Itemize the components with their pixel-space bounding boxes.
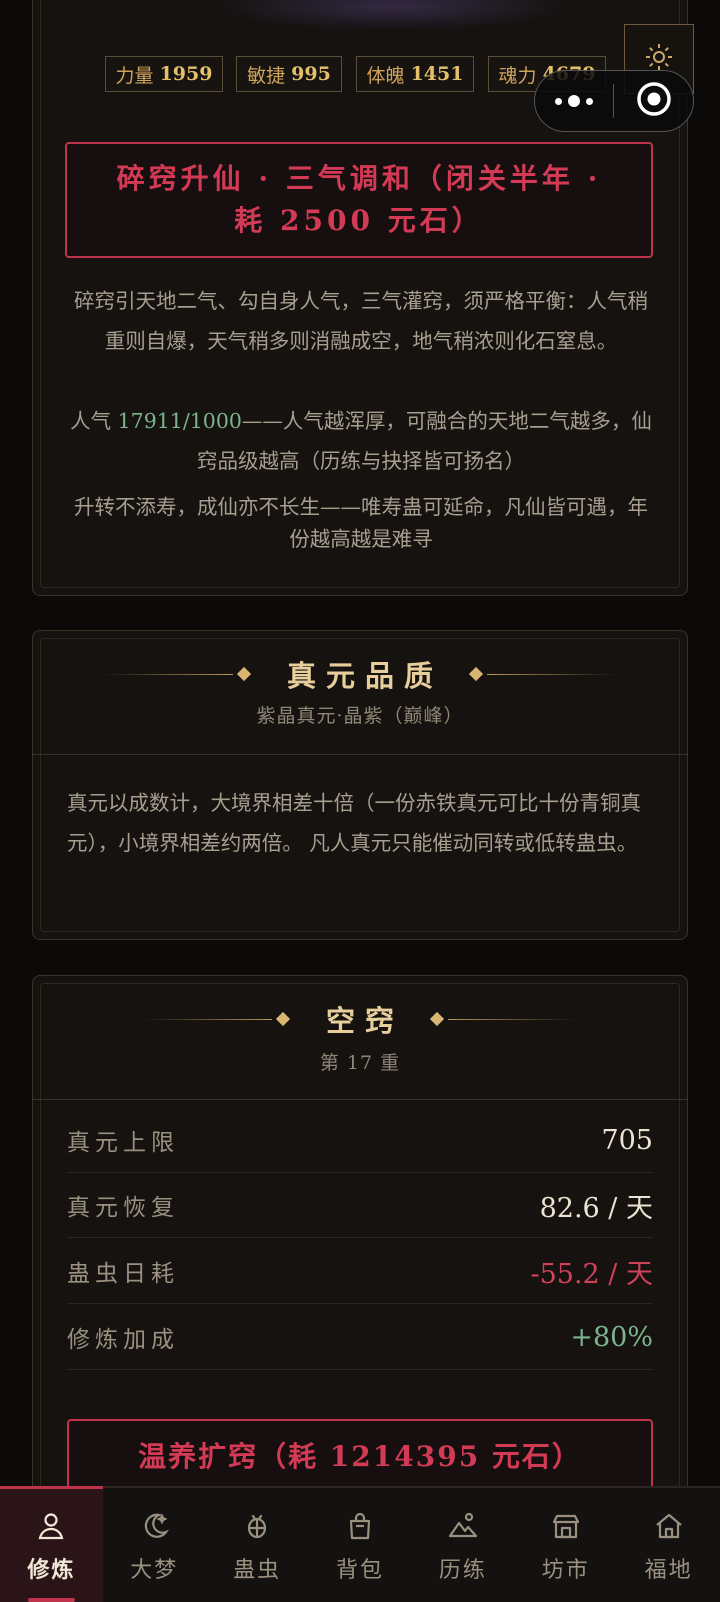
popularity-prefix: 人气 (70, 409, 118, 433)
exit-button[interactable] (614, 71, 693, 131)
ascend-label-line1: 碎窍升仙 · 三气调和（闭关半年 · (116, 162, 602, 195)
nav-label: 坊市 (541, 1558, 590, 1583)
moon-icon (138, 1510, 170, 1542)
home-icon (653, 1510, 685, 1542)
stat-row-essence-regen: 真元恢复 82.6 / 天 (67, 1173, 653, 1238)
stat-row-cultivation-bonus: 修炼加成 +80% (67, 1305, 653, 1370)
nav-item-adventure[interactable]: 历练 (411, 1488, 514, 1602)
shop-icon (550, 1510, 582, 1542)
expand-aperture-button[interactable]: 温养扩窍（耗 1214395 元石） (67, 1419, 653, 1491)
diamond-ornament-icon (275, 1011, 291, 1027)
ascend-label-line2: 耗 2500 元石） (234, 204, 484, 237)
section-title: 空窍 (325, 1004, 404, 1038)
bag-icon (344, 1510, 376, 1542)
nav-item-gu[interactable]: 蛊虫 (206, 1488, 309, 1602)
stat-value: 995 (291, 63, 331, 85)
nav-label: 福地 (644, 1558, 693, 1583)
nav-item-dream[interactable]: 大梦 (103, 1488, 206, 1602)
divider (33, 1099, 687, 1100)
bottom-nav: 修炼 大梦 蛊虫 背包 历练 坊市 福地 (0, 1486, 720, 1602)
nav-label: 蛊虫 (233, 1558, 282, 1583)
diamond-ornament-icon (236, 666, 252, 682)
section-title: 真元品质 (286, 659, 443, 693)
nav-item-market[interactable]: 坊市 (514, 1488, 617, 1602)
bug-icon (241, 1510, 273, 1542)
nav-item-cultivate[interactable]: 修炼 (0, 1486, 103, 1602)
row-value: +80% (570, 1321, 653, 1353)
stat-row-essence-cap: 真元上限 705 (67, 1108, 653, 1173)
miniprogram-capsule (534, 70, 694, 132)
row-value: 705 (601, 1124, 653, 1156)
divider (33, 754, 687, 755)
stat-label: 敏捷 (247, 64, 286, 87)
lifespan-note: 升转不添寿，成仙亦不长生——唯寿蛊可延命，凡仙皆可遇，年份越高越是难寻 (74, 495, 648, 551)
section-header: 真元品质 (33, 654, 687, 694)
row-label: 蛊虫日耗 (67, 1261, 179, 1287)
popularity-value: 17911/1000 (117, 409, 242, 433)
target-exit-icon (636, 81, 672, 121)
ascend-button[interactable]: 碎窍升仙 · 三气调和（闭关半年 · 耗 2500 元石） (65, 142, 653, 258)
nav-label: 修炼 (27, 1557, 76, 1583)
row-value: 82.6 / 天 (539, 1192, 653, 1224)
diamond-ornament-icon (468, 666, 484, 682)
more-dots-icon (552, 95, 596, 107)
row-value: -55.2 / 天 (530, 1258, 653, 1290)
stat-strength: 力量 1959 (105, 56, 223, 92)
stat-label: 力量 (115, 64, 154, 87)
stat-value: 1959 (159, 63, 213, 85)
nav-label: 大梦 (130, 1558, 179, 1583)
popularity-description: 人气 17911/1000——人气越浑厚，可融合的天地二气越多，仙窍品级越高（历… (65, 401, 657, 481)
nav-label: 背包 (336, 1558, 385, 1583)
essence-quality-panel: 真元品质 紫晶真元·晶紫（巅峰） 真元以成数计，大境界相差十倍（一份赤铁真元可比… (32, 630, 688, 940)
row-label: 真元恢复 (67, 1195, 179, 1221)
stat-row-gu-upkeep: 蛊虫日耗 -55.2 / 天 (67, 1239, 653, 1304)
row-label: 修炼加成 (67, 1327, 179, 1353)
quality-description: 真元以成数计，大境界相差十倍（一份赤铁真元可比十份青铜真元），小境界相差约两倍。… (67, 791, 641, 855)
aperture-panel: 空窍 第 17 重 真元上限 705 真元恢复 82.6 / 天 蛊虫日耗 -5… (32, 975, 688, 1535)
nav-item-bag[interactable]: 背包 (309, 1488, 412, 1602)
portrait-glow (213, 0, 573, 31)
stat-physique: 体魄 1451 (356, 56, 474, 92)
more-button[interactable] (535, 71, 613, 131)
ornament-line (448, 1018, 578, 1020)
stat-value: 1451 (410, 63, 464, 85)
stat-label: 体魄 (366, 64, 405, 87)
ornament-line (102, 673, 233, 675)
diamond-ornament-icon (429, 1011, 445, 1027)
ascend-description: 碎窍引天地二气、勾自身人气，三气灌窍，须严格平衡：人气稍重则自爆，天气稍多则消融… (74, 289, 648, 353)
stat-label: 魂力 (498, 64, 537, 87)
ornament-line (141, 1018, 272, 1020)
mountain-icon (447, 1510, 479, 1542)
popularity-suffix: ——人气越浑厚，可融合的天地二气越多，仙窍品级越高（历练与抉择皆可扬名） (197, 409, 652, 473)
section-subtitle: 紫晶真元·晶紫（巅峰） (256, 705, 464, 727)
section-subtitle: 第 17 重 (319, 1052, 401, 1074)
ornament-line (487, 673, 617, 675)
section-header: 空窍 (33, 999, 687, 1039)
person-icon (35, 1510, 67, 1542)
row-label: 真元上限 (67, 1130, 179, 1156)
nav-item-blessed-land[interactable]: 福地 (617, 1488, 720, 1602)
stat-agility: 敏捷 995 (236, 56, 342, 92)
nav-label: 历练 (438, 1558, 487, 1583)
